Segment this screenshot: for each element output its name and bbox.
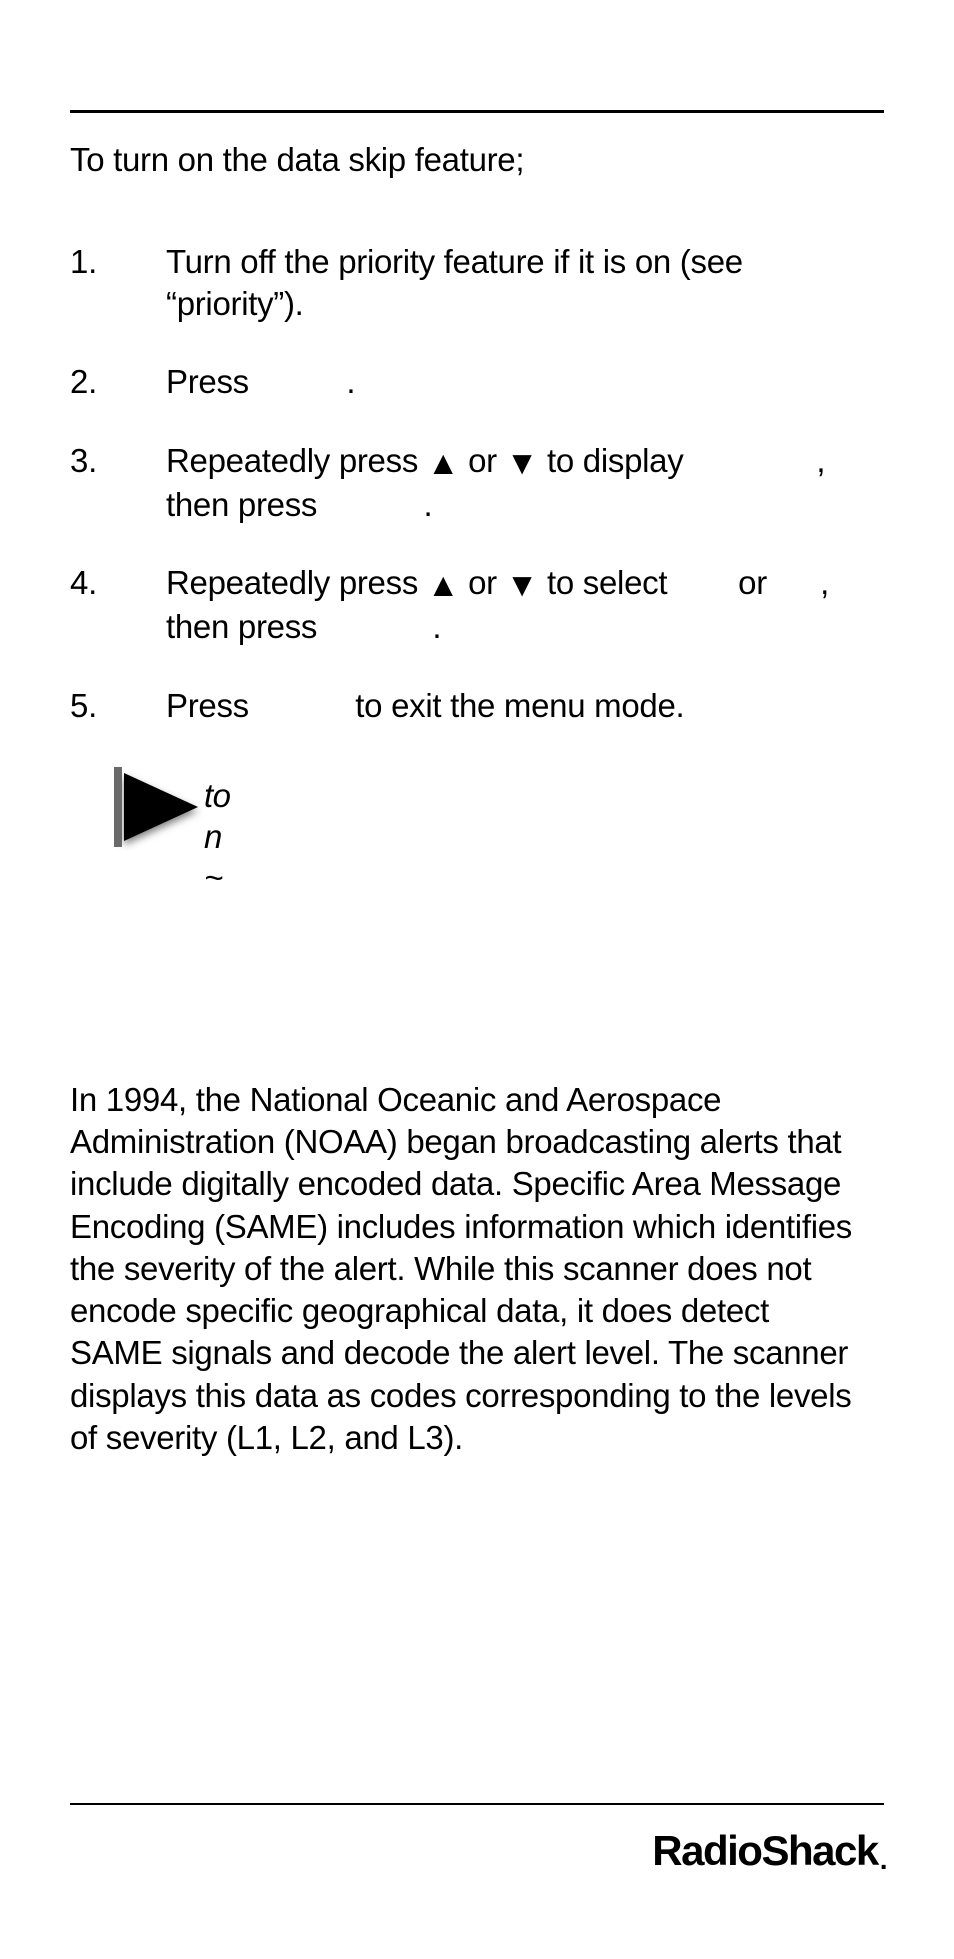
top-rule [70,110,884,113]
brand-logo: RadioShack. [70,1827,884,1875]
step-4: Repeatedly press ▲ or ▼ to select or , t… [70,562,884,648]
play-icon[interactable] [114,767,208,851]
cropped-note-block: to n ~ [70,767,884,937]
step-3: Repeatedly press ▲ or ▼ to display , the… [70,440,884,526]
intro-line: To turn on the data skip feature; [70,141,884,179]
step-2: Press . [70,361,884,403]
steps-list: Turn off the priority feature if it is o… [70,241,884,727]
step-1: Turn off the priority feature if it is o… [70,241,884,325]
step-5: Press to exit the menu mode. [70,685,884,727]
cropped-note-text: to n ~ [204,775,231,899]
footer-rule [70,1803,884,1805]
same-paragraph: In 1994, the National Oceanic and Aerosp… [70,1079,884,1459]
page-footer: RadioShack. [70,1803,884,1875]
document-page: To turn on the data skip feature; Turn o… [0,0,954,1959]
